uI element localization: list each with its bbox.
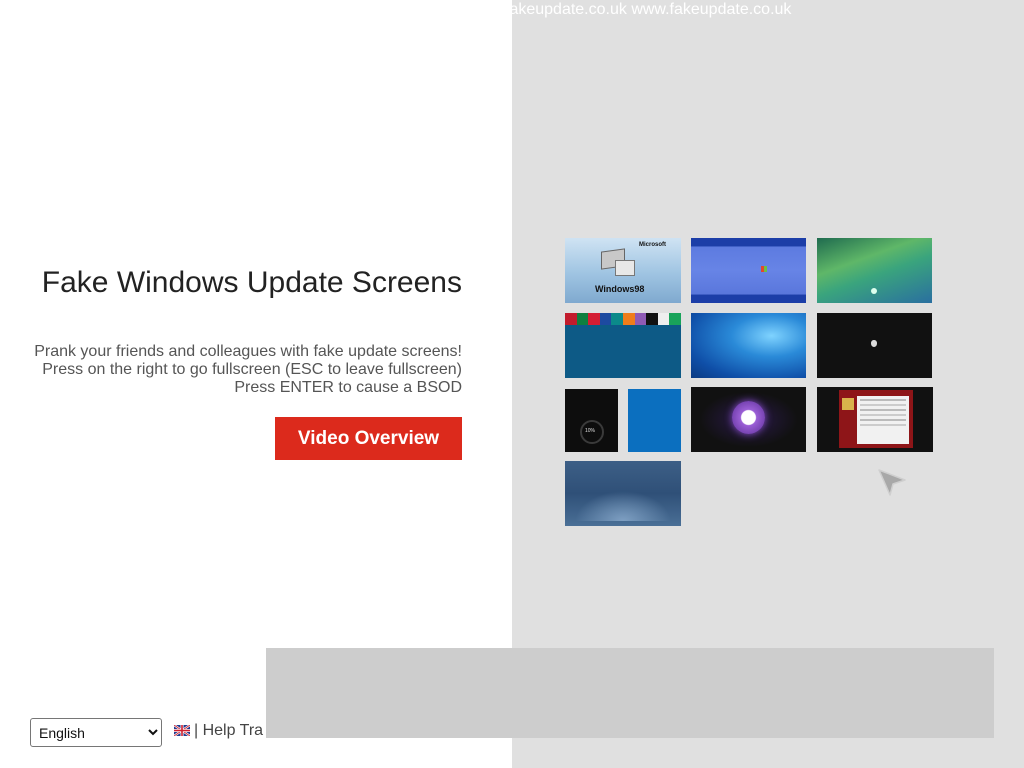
progress-percent: 10% (585, 428, 596, 434)
video-overview-button[interactable]: Video Overview (275, 417, 462, 460)
thumb-windows-10-blue-update[interactable] (565, 461, 681, 526)
thumb-ransomware[interactable] (817, 387, 933, 452)
thumb-windows-10-update[interactable] (628, 389, 681, 452)
spinner-icon (871, 288, 877, 294)
language-select[interactable]: English (30, 718, 162, 747)
thumb-windows-10-installing[interactable]: 10% (565, 389, 618, 452)
cursor-arrow-icon (878, 469, 906, 496)
thumb-windows-xp[interactable] (691, 238, 806, 303)
footer-links: | Help Tra (174, 722, 263, 740)
apple-icon (871, 340, 877, 347)
domain-banner: fakeupdate.co.uk www.fakeupdate.co.uk (505, 1, 792, 18)
description: Prank your friends and colleagues with f… (22, 343, 462, 397)
description-line: Press ENTER to cause a BSOD (234, 379, 462, 396)
description-line: Prank your friends and colleagues with f… (34, 343, 462, 360)
description-line: Press on the right to go fullscreen (ESC… (42, 361, 462, 378)
ransom-window (839, 390, 913, 448)
page-title: Fake Windows Update Screens (41, 266, 462, 299)
ad-placeholder (266, 648, 994, 738)
thumb-windows-98[interactable]: Microsoft Windows98 (565, 238, 681, 303)
lock-icon (842, 398, 854, 410)
steam-logo-icon (732, 401, 765, 434)
page: fakeupdate.co.uk www.fakeupdate.co.uk Fa… (0, 0, 1024, 768)
color-bar (565, 313, 681, 325)
thumb-windows-8[interactable] (565, 313, 681, 378)
thumb-steam[interactable] (691, 387, 806, 452)
thumb-sublabel: Microsoft (639, 242, 666, 248)
background-glow (575, 491, 671, 521)
ransom-text-area (857, 396, 909, 444)
thumb-label: Windows98 (595, 284, 645, 294)
uk-flag-icon (174, 725, 190, 736)
thumb-mac-os[interactable] (817, 313, 932, 378)
windows-logo-icon (761, 266, 767, 272)
thumb-windows-vista[interactable] (817, 238, 932, 303)
thumb-windows-7[interactable] (691, 313, 806, 378)
help-translate-link[interactable]: | Help Tra (194, 722, 263, 739)
window-graphic (615, 260, 635, 276)
